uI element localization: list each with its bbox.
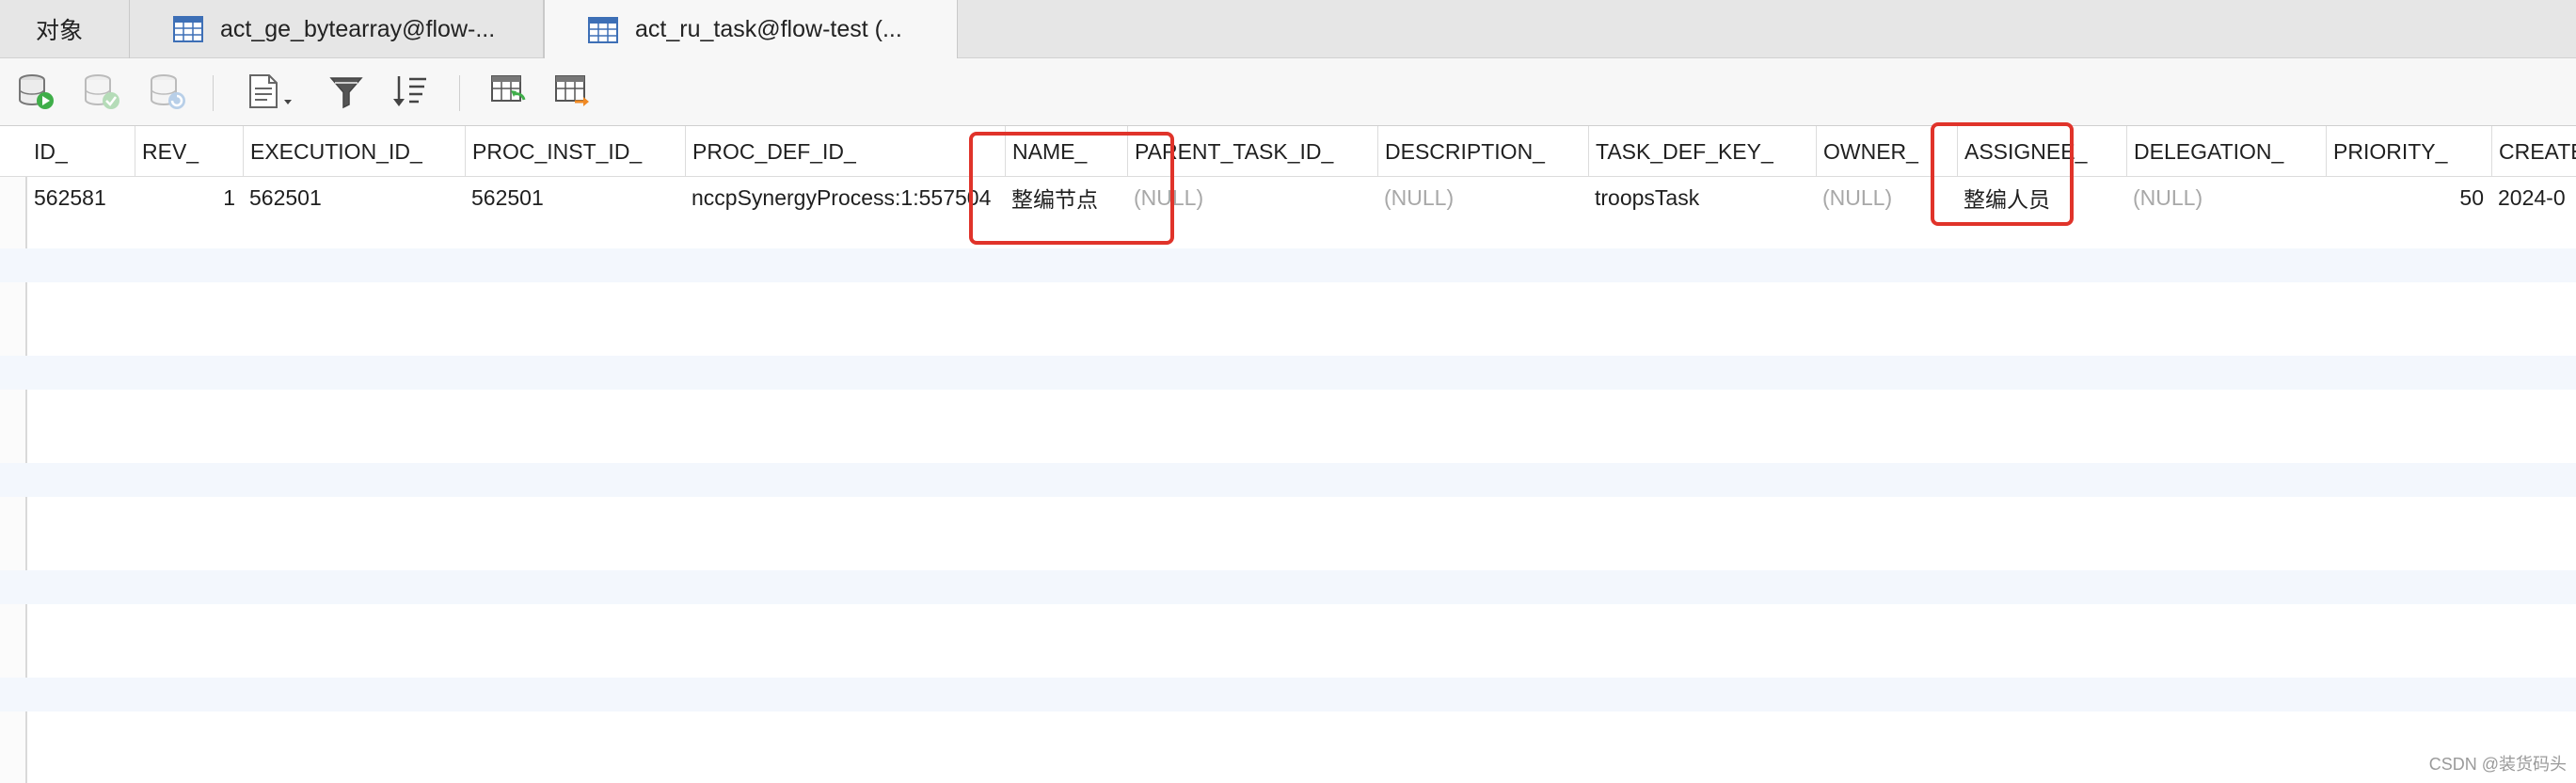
db-refresh-button[interactable] (145, 72, 190, 115)
cell-id[interactable]: 562581 (27, 177, 135, 218)
column-header-proc-def-id[interactable]: PROC_DEF_ID_ (685, 126, 1005, 177)
tab-label: act_ge_bytearray@flow-... (220, 15, 496, 42)
cell-rev[interactable]: 1 (135, 177, 243, 218)
cell-execution-id[interactable]: 562501 (243, 177, 465, 218)
column-header-rev[interactable]: REV_ (135, 126, 243, 177)
empty-row (0, 678, 2576, 711)
column-header-id[interactable]: ID_ (27, 126, 135, 177)
empty-row (0, 570, 2576, 604)
column-header-delegation[interactable]: DELEGATION_ (2126, 126, 2326, 177)
cell-assignee[interactable]: 整编人员 (1957, 177, 2126, 218)
tab-act-ru-task[interactable]: act_ru_task@flow-test (... (544, 0, 958, 59)
cell-proc-inst-id[interactable]: 562501 (465, 177, 685, 218)
empty-row (0, 356, 2576, 390)
tab-bar: 对象 act_ge_bytearray@flow-... act_ru_task… (0, 0, 2576, 59)
db-commit-button[interactable] (79, 72, 124, 115)
db-run-button[interactable] (13, 72, 58, 115)
import-table-button[interactable] (485, 72, 531, 115)
cell-task-def-key[interactable]: troopsTask (1588, 177, 1816, 218)
tab-label: 对象 (36, 18, 84, 44)
sort-icon (390, 72, 430, 116)
table-row[interactable]: 562581 1 562501 562501 nccpSynergyProces… (0, 177, 2576, 218)
watermark: CSDN @装货码头 (2428, 755, 2567, 774)
cell-name[interactable]: 整编节点 (1005, 177, 1127, 218)
export-table-button[interactable] (549, 72, 595, 115)
column-header-task-def-key[interactable]: TASK_DEF_KEY_ (1588, 126, 1816, 177)
db-run-icon (16, 72, 56, 116)
column-header-parent-task-id[interactable]: PARENT_TASK_ID_ (1127, 126, 1377, 177)
tab-objects[interactable]: 对象 (0, 0, 130, 58)
toolbar (0, 58, 2576, 126)
column-header-assignee[interactable]: ASSIGNEE_ (1957, 126, 2126, 177)
document-dropdown-button[interactable] (243, 72, 303, 115)
filter-icon (327, 72, 365, 115)
table-icon (173, 16, 203, 42)
table-icon (588, 16, 618, 43)
cell-proc-def-id[interactable]: nccpSynergyProcess:1:557504 (685, 177, 1005, 218)
tab-act-ge-bytearray[interactable]: act_ge_bytearray@flow-... (130, 0, 544, 58)
document-dropdown-icon (245, 72, 301, 116)
column-header-description[interactable]: DESCRIPTION_ (1377, 126, 1588, 177)
empty-row (0, 248, 2576, 282)
cell-parent-task-id[interactable]: (NULL) (1127, 177, 1377, 218)
cell-priority[interactable]: 50 (2326, 177, 2491, 218)
column-header-priority[interactable]: PRIORITY_ (2326, 126, 2491, 177)
toolbar-separator (459, 75, 460, 111)
filter-button[interactable] (324, 72, 369, 115)
column-header-create-time[interactable]: CREATE (2491, 126, 2576, 177)
cell-delegation[interactable]: (NULL) (2126, 177, 2326, 218)
tab-label: act_ru_task@flow-test (... (635, 16, 902, 42)
cell-description[interactable]: (NULL) (1377, 177, 1588, 218)
grid-header: ID_ REV_ EXECUTION_ID_ PROC_INST_ID_ PRO… (0, 126, 2576, 177)
column-header-execution-id[interactable]: EXECUTION_ID_ (243, 126, 465, 177)
column-header-name[interactable]: NAME_ (1005, 126, 1127, 177)
db-refresh-icon (148, 72, 187, 116)
column-header-owner[interactable]: OWNER_ (1816, 126, 1957, 177)
column-header-proc-inst-id[interactable]: PROC_INST_ID_ (465, 126, 685, 177)
sort-button[interactable] (388, 72, 433, 115)
db-commit-icon (82, 72, 121, 116)
cell-create-time[interactable]: 2024-0 (2491, 177, 2576, 218)
data-grid: ID_ REV_ EXECUTION_ID_ PROC_INST_ID_ PRO… (0, 122, 2576, 783)
import-table-icon (488, 72, 528, 116)
empty-row (0, 463, 2576, 497)
toolbar-separator (213, 75, 214, 111)
cell-owner[interactable]: (NULL) (1816, 177, 1957, 218)
export-table-icon (552, 72, 592, 116)
